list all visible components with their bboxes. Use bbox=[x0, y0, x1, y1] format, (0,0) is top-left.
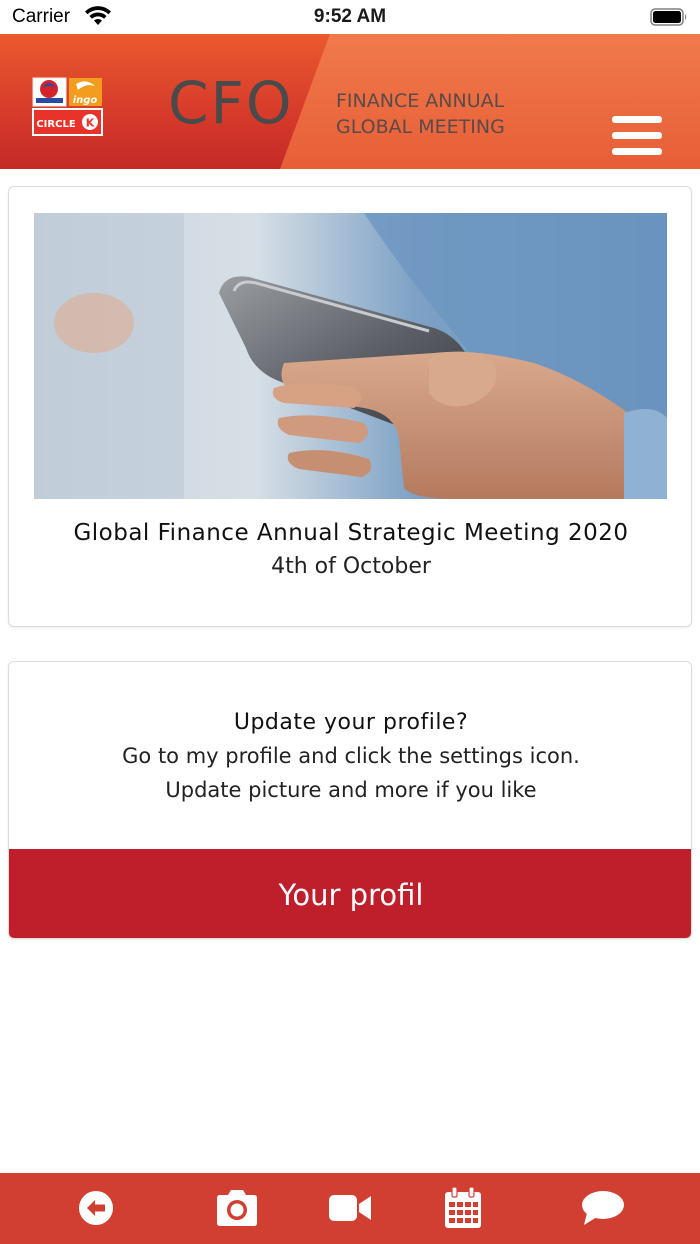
camera-icon[interactable] bbox=[214, 1185, 260, 1231]
your-profile-button[interactable]: Your profil bbox=[9, 849, 691, 938]
profile-card: Update your profile? Go to my profile an… bbox=[8, 661, 692, 939]
video-camera-icon[interactable] bbox=[327, 1185, 373, 1231]
app-header: ingo CIRCLE K CFO FINANCE ANNUAL GLOBAL … bbox=[0, 34, 700, 169]
svg-text:CIRCLE: CIRCLE bbox=[36, 119, 75, 130]
header-subtitle: FINANCE ANNUAL GLOBAL MEETING bbox=[336, 88, 505, 140]
status-bar: Carrier 9:52 AM bbox=[0, 0, 700, 34]
profile-instruction-2: Update picture and more if you like bbox=[165, 778, 537, 802]
chat-bubble-icon[interactable] bbox=[580, 1185, 626, 1231]
brand-logo: ingo CIRCLE K bbox=[32, 77, 103, 136]
profile-instruction-1: Go to my profile and click the settings … bbox=[122, 744, 580, 768]
event-date: 4th of October bbox=[271, 554, 431, 579]
hamburger-menu-icon[interactable] bbox=[612, 116, 666, 160]
event-image bbox=[34, 213, 667, 499]
back-arrow-icon[interactable] bbox=[73, 1185, 119, 1231]
battery-icon bbox=[650, 8, 687, 26]
svg-text:ingo: ingo bbox=[73, 95, 98, 106]
profile-heading: Update your profile? bbox=[233, 710, 469, 735]
calendar-icon[interactable] bbox=[440, 1185, 486, 1231]
status-time: 9:52 AM bbox=[313, 6, 387, 27]
event-title: Global Finance Annual Strategic Meeting … bbox=[73, 520, 629, 546]
svg-text:K: K bbox=[86, 117, 95, 130]
bottom-nav bbox=[0, 1173, 700, 1244]
header-subtitle-line1: FINANCE ANNUAL bbox=[336, 90, 505, 112]
app-title: CFO bbox=[168, 69, 294, 137]
event-card[interactable]: Global Finance Annual Strategic Meeting … bbox=[8, 186, 692, 627]
header-subtitle-line2: GLOBAL MEETING bbox=[336, 116, 505, 138]
